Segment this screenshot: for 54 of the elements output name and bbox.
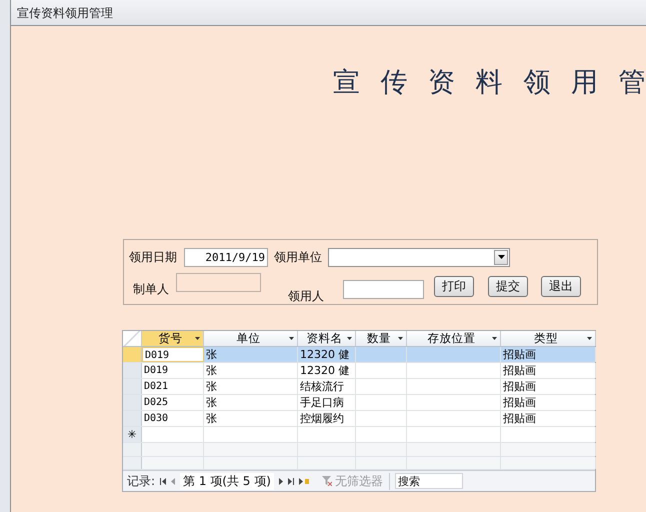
column-header[interactable]: 单位 [204,331,298,346]
column-header[interactable]: 资料名 [298,331,356,346]
receiver-label: 领用人 [288,288,325,305]
table-cell: D021 [142,379,204,394]
table-cell: 张 [204,411,298,426]
table-cell: 张 [204,363,298,378]
dropdown-arrow-icon[interactable] [398,337,403,340]
first-record-icon[interactable] [160,478,166,484]
table-cell: 招贴画 [501,395,596,410]
maker-label: 制单人 [133,281,170,298]
table-cell: 招贴画 [501,347,596,362]
column-header[interactable]: 数量 [356,331,407,346]
column-header[interactable]: 存放位置 [407,331,501,346]
new-record-marker: ✳ [123,427,142,442]
last-record-icon[interactable] [288,478,294,484]
table-cell: 张 [204,347,298,362]
dropdown-arrow-icon[interactable] [587,337,592,340]
action-button[interactable]: 提交 [488,276,528,297]
table-cell: 手足口病 [298,395,356,410]
unit-label: 领用单位 [274,248,322,266]
date-field[interactable]: 2011/9/19 [184,248,268,266]
table-cell: 张 [204,379,298,394]
table-cell: 12320 健 [298,363,356,378]
action-button[interactable]: 退出 [541,276,581,297]
dropdown-arrow-icon[interactable] [195,337,200,340]
search-field[interactable]: 搜索 [394,473,463,489]
window-title: 宣传资料领用管理 [16,5,113,22]
table-cell: 控烟履约 [298,411,356,426]
column-header[interactable]: 货号 [142,331,204,346]
table-cell: D019 [142,363,204,378]
dropdown-arrow-icon[interactable] [492,337,497,340]
table-cell: D030 [142,411,204,426]
receiver-field[interactable] [343,280,424,299]
table-cell: 招贴画 [501,363,596,378]
new-record-icon[interactable] [298,478,309,484]
table-cell: 招贴画 [501,411,596,426]
dropdown-arrow-icon[interactable] [289,337,294,340]
table-cell: 结核流行 [298,379,356,394]
record-label: 记录: [127,472,156,490]
form-heading: 宣 传 资 料 领 用 管 [333,66,646,100]
table-cell: 12320 健 [298,347,356,362]
dropdown-arrow-icon[interactable] [347,337,352,340]
next-record-icon[interactable] [278,478,283,484]
date-label: 领用日期 [129,248,178,266]
table-cell: D019 [142,347,204,362]
funnel-icon[interactable] [322,476,332,486]
table-cell: 张 [204,395,298,410]
record-position[interactable]: 第 1 项(共 5 项) [180,472,274,490]
column-header[interactable]: 类型 [501,331,596,346]
dropdown-arrow-icon[interactable] [498,255,504,259]
previous-record-icon[interactable] [171,478,176,484]
table-cell: D025 [142,395,204,410]
action-button[interactable]: 打印 [434,276,474,297]
table-cell: 招贴画 [501,379,596,394]
